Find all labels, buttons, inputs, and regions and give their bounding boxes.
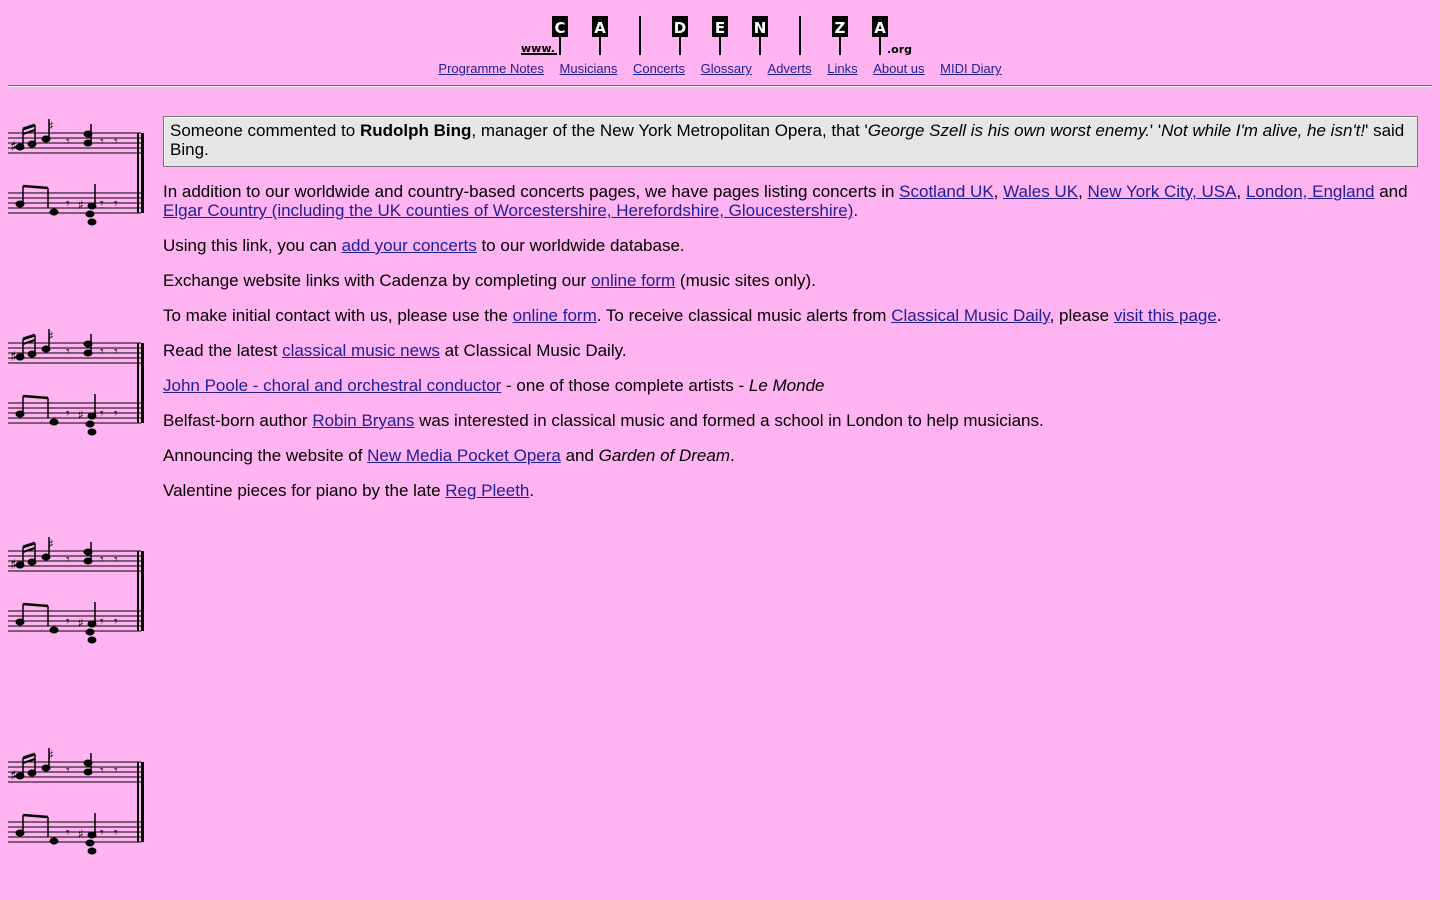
svg-text:A: A — [874, 19, 886, 37]
link-reg-pleeth[interactable]: Reg Pleeth — [445, 481, 529, 500]
link-add-your-concerts[interactable]: add your concerts — [342, 236, 477, 255]
logo-letter-d: D — [672, 16, 688, 55]
logo-letter-z: Z — [832, 16, 848, 55]
nav-about-us[interactable]: About us — [873, 61, 924, 76]
exchange-links-paragraph: Exchange website links with Cadenza by c… — [163, 271, 816, 290]
logo-letter-e: E — [712, 16, 728, 55]
quote-name: Rudolph Bing — [359, 121, 472, 140]
music-staff-image — [8, 746, 144, 855]
link-robin-bryans[interactable]: Robin Bryans — [312, 411, 414, 430]
link-online-form[interactable]: online form — [591, 271, 675, 290]
reg-pleeth-paragraph: Valentine pieces for piano by the late R… — [163, 481, 535, 500]
logo-letter-a: A — [592, 16, 608, 55]
pocket-opera-paragraph: Announcing the website of New Media Pock… — [163, 446, 735, 465]
news-paragraph: Read the latest classical music news at … — [163, 341, 627, 360]
link-john-poole[interactable]: John Poole - choral and orchestral condu… — [163, 376, 501, 395]
logo-letter-a2: A — [872, 16, 888, 55]
link-new-media-pocket-opera[interactable]: New Media Pocket Opera — [367, 446, 561, 465]
logo-letter-n: N — [752, 16, 768, 55]
music-staff-image — [8, 535, 144, 644]
nav-programme-notes[interactable]: Programme Notes — [438, 61, 543, 76]
svg-text:Z: Z — [835, 19, 846, 37]
music-staff-image — [8, 327, 144, 436]
logo-suffix: .org — [887, 43, 912, 56]
link-elgar-country[interactable]: Elgar Country (including the UK counties… — [163, 201, 853, 220]
svg-text:E: E — [715, 19, 725, 37]
add-concerts-paragraph: Using this link, you can add your concer… — [163, 236, 685, 255]
main-content: Someone commented to Rudolph Bing, manag… — [163, 116, 1418, 500]
svg-text:C: C — [554, 19, 565, 37]
svg-text:D: D — [674, 19, 686, 37]
link-visit-this-page[interactable]: visit this page — [1114, 306, 1217, 325]
svg-text:A: A — [594, 19, 606, 37]
nav-glossary[interactable]: Glossary — [701, 61, 752, 76]
concert-regions-paragraph: In addition to our worldwide and country… — [163, 182, 1408, 220]
nav-musicians[interactable]: Musicians — [560, 61, 618, 76]
link-classical-music-daily[interactable]: Classical Music Daily — [891, 306, 1049, 325]
link-scotland-uk[interactable]: Scotland UK — [899, 182, 994, 201]
music-staff-image — [8, 117, 144, 226]
site-header: www. C A D E N Z A .org Programme Notes … — [0, 0, 1440, 90]
link-wales-uk[interactable]: Wales UK — [1003, 182, 1078, 201]
contact-paragraph: To make initial contact with us, please … — [163, 306, 1222, 325]
quote-box: Someone commented to Rudolph Bing, manag… — [163, 116, 1418, 167]
main-nav: Programme Notes Musicians Concerts Gloss… — [0, 61, 1440, 76]
cadenza-logo[interactable]: www. C A D E N Z A .org — [519, 14, 919, 58]
link-contact-online-form[interactable]: online form — [513, 306, 597, 325]
link-classical-music-news[interactable]: classical music news — [282, 341, 440, 360]
link-london-england[interactable]: London, England — [1246, 182, 1375, 201]
nav-concerts[interactable]: Concerts — [633, 61, 685, 76]
quote-text: George Szell is his own worst enemy. — [867, 121, 1150, 140]
nav-midi-diary[interactable]: MIDI Diary — [940, 61, 1001, 76]
robin-bryans-paragraph: Belfast-born author Robin Bryans was int… — [163, 411, 1044, 430]
header-divider — [8, 85, 1432, 87]
quote-reply: Not while I'm alive, he isn't! — [1161, 121, 1366, 140]
nav-links[interactable]: Links — [827, 61, 857, 76]
link-new-york-city[interactable]: New York City, USA — [1088, 182, 1237, 201]
svg-text:N: N — [754, 19, 767, 37]
nav-adverts[interactable]: Adverts — [768, 61, 812, 76]
john-poole-paragraph: John Poole - choral and orchestral condu… — [163, 376, 825, 395]
